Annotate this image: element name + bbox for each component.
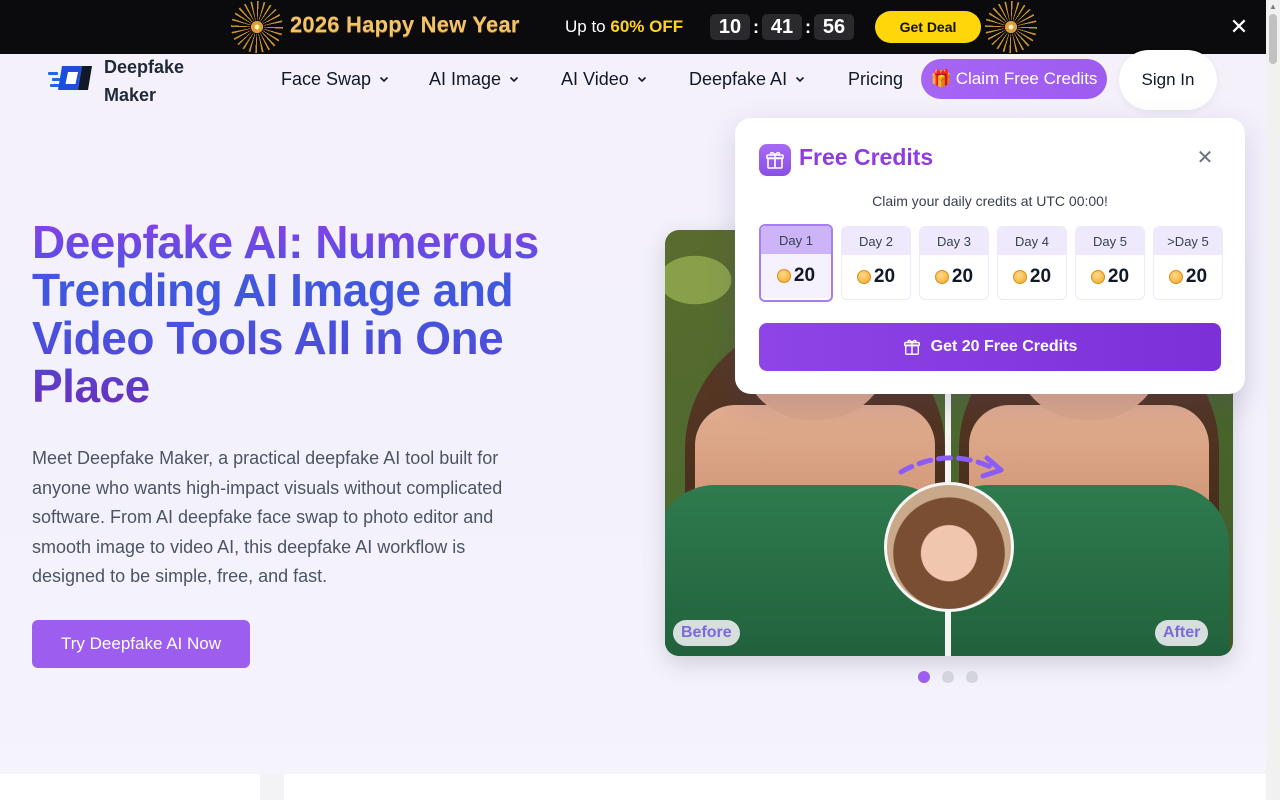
day-amount: 20	[951, 266, 974, 287]
gift-icon	[759, 144, 791, 176]
day-card-2[interactable]: Day 2 20	[841, 226, 911, 300]
next-section-tab	[260, 774, 284, 800]
scrollbar-thumb[interactable]	[1269, 14, 1277, 64]
chevron-down-icon	[796, 76, 805, 83]
day-label: Day 2	[842, 227, 910, 255]
before-label: Before	[673, 620, 740, 646]
close-icon[interactable]: ✕	[1228, 16, 1250, 38]
try-deepfake-ai-button[interactable]: Try Deepfake AI Now	[32, 620, 250, 668]
nav-ai-video[interactable]: AI Video	[561, 66, 647, 92]
close-icon[interactable]: ✕	[1195, 148, 1215, 168]
day-card-1[interactable]: Day 1 20	[759, 224, 833, 302]
chevron-down-icon	[509, 76, 519, 83]
promo-banner: 2026 Happy New Year Up to 60% OFF 10 : 4…	[0, 0, 1266, 54]
nav-deepfake-ai[interactable]: Deepfake AI	[689, 66, 805, 92]
day-card-4[interactable]: Day 4 20	[997, 226, 1067, 300]
carousel-dots	[918, 671, 978, 683]
promo-offer-highlight: 60% OFF	[610, 17, 684, 36]
day-card-5[interactable]: Day 5 20	[1075, 226, 1145, 300]
logo-text[interactable]: Deepfake Maker	[104, 53, 214, 109]
nav-item-label: AI Video	[561, 68, 629, 89]
free-credits-subtitle: Claim your daily credits at UTC 00:00!	[872, 193, 1108, 209]
coin-icon	[1090, 270, 1105, 284]
carousel-dot-3[interactable]	[966, 671, 978, 683]
countdown-separator: :	[753, 16, 759, 37]
hero-description: Meet Deepfake Maker, a practical deepfak…	[32, 448, 503, 586]
promo-offer: Up to 60% OFF	[565, 17, 683, 37]
nav-ai-image[interactable]: AI Image	[429, 66, 519, 92]
promo-offer-prefix: Up to	[565, 17, 611, 36]
day-card-3[interactable]: Day 3 20	[919, 226, 989, 300]
daily-credits-list: Day 1 20 Day 2 20 Day 3 20 Day 4 20 Day …	[759, 224, 1223, 302]
page-scrollbar[interactable]	[1266, 0, 1280, 800]
scroll-up-arrow-icon[interactable]: ▲	[1268, 2, 1278, 12]
sign-in-button[interactable]: Sign In	[1119, 50, 1217, 110]
nav-face-swap[interactable]: Face Swap	[281, 66, 389, 92]
free-credits-title: Free Credits	[799, 144, 934, 170]
coin-icon	[776, 269, 791, 283]
get-free-credits-label: Get 20 Free Credits	[930, 338, 1078, 355]
firework-icon	[231, 1, 283, 53]
coin-icon	[856, 270, 871, 284]
get-deal-button[interactable]: Get Deal	[875, 11, 981, 43]
free-credits-popup: Free Credits ✕ Claim your daily credits …	[735, 118, 1245, 394]
nav-pricing[interactable]: Pricing	[848, 66, 903, 92]
gift-icon-svg	[766, 151, 784, 169]
nav-item-label: Face Swap	[281, 68, 372, 89]
countdown-separator: :	[805, 16, 811, 37]
day-amount: 20	[793, 265, 816, 286]
gift-icon	[903, 339, 920, 355]
coin-icon	[1168, 270, 1183, 284]
nav-item-label: AI Image	[429, 68, 502, 89]
day-label: Day 5	[1076, 227, 1144, 255]
day-label: Day 1	[761, 226, 831, 254]
day-amount: 20	[873, 266, 896, 287]
claim-free-credits-button[interactable]: 🎁 Claim Free Credits	[921, 59, 1107, 99]
day-card-6[interactable]: >Day 5 20	[1153, 226, 1223, 300]
get-free-credits-button[interactable]: Get 20 Free Credits	[759, 323, 1221, 371]
day-amount: 20	[1107, 266, 1130, 287]
coin-icon	[1012, 270, 1027, 284]
after-label: After	[1155, 620, 1209, 646]
countdown-hours: 10	[710, 14, 750, 40]
next-section-edge	[0, 774, 1266, 800]
promo-title: 2026 Happy New Year	[290, 12, 520, 37]
countdown-timer: 10 : 41 : 56	[710, 14, 854, 40]
source-face-avatar	[884, 482, 1014, 612]
gift-icon: 🎁	[930, 69, 952, 88]
countdown-minutes: 41	[762, 14, 802, 40]
nav-item-label: Pricing	[848, 68, 904, 89]
logo-icon[interactable]	[48, 62, 96, 94]
claim-label: Claim Free Credits	[955, 69, 1098, 88]
day-amount: 20	[1185, 266, 1208, 287]
chevron-down-icon	[637, 76, 646, 83]
countdown-seconds: 56	[814, 14, 854, 40]
hero-title: Deepfake AI: Numerous Trending AI Image …	[32, 218, 592, 410]
nav-item-label: Deepfake AI	[689, 68, 788, 89]
chevron-down-icon	[379, 76, 389, 83]
coin-icon	[934, 270, 949, 284]
day-label: Day 4	[998, 227, 1066, 255]
day-amount: 20	[1029, 266, 1052, 287]
carousel-dot-1[interactable]	[918, 671, 930, 683]
firework-icon	[985, 1, 1037, 53]
day-label: >Day 5	[1154, 227, 1222, 255]
carousel-dot-2[interactable]	[942, 671, 954, 683]
swap-arrow-icon	[898, 455, 1004, 479]
day-label: Day 3	[920, 227, 988, 255]
